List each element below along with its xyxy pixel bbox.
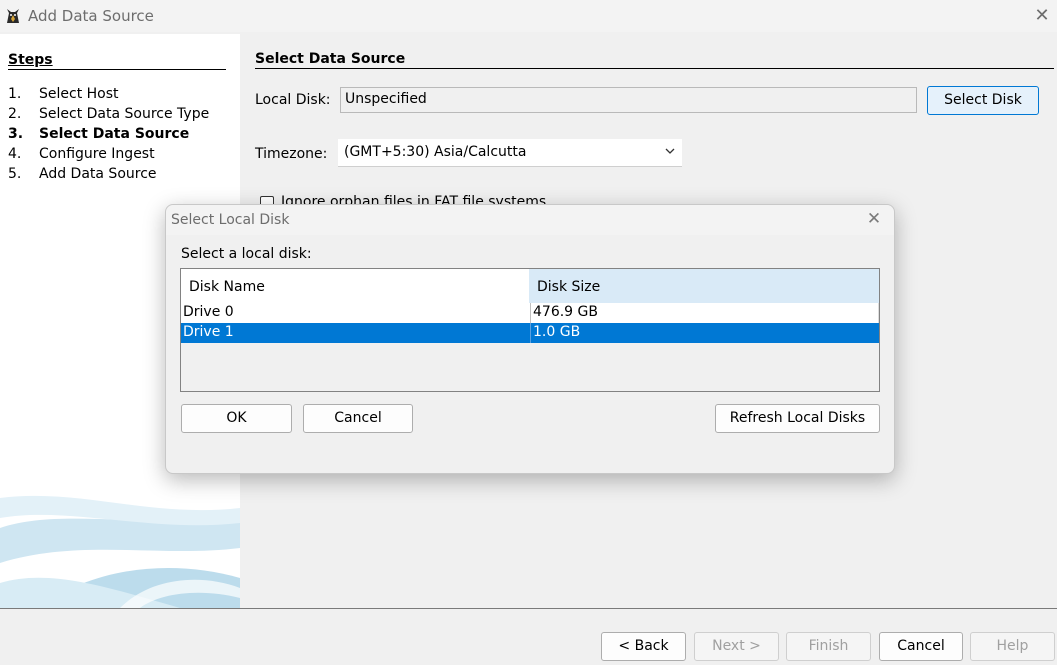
step-number: 4. [8, 146, 22, 162]
step-number: 5. [8, 166, 22, 182]
local-disk-field[interactable]: Unspecified [340, 87, 917, 113]
timezone-dropdown[interactable]: (GMT+5:30) Asia/Calcutta [338, 139, 682, 167]
dialog-title: Select Local Disk [171, 212, 290, 228]
step-number: 1. [8, 86, 22, 102]
help-button[interactable]: Help [970, 632, 1055, 661]
disk-size-cell: 476.9 GB [530, 303, 879, 323]
step-item: 1. Select Host [8, 86, 119, 102]
autopsy-app-icon [7, 9, 19, 23]
table-header: Disk Name Disk Size [181, 269, 879, 303]
step-item: 2. Select Data Source Type [8, 106, 209, 122]
finish-button[interactable]: Finish [786, 632, 871, 661]
cancel-button[interactable]: Cancel [879, 632, 963, 661]
refresh-local-disks-button[interactable]: Refresh Local Disks [715, 404, 880, 433]
step-item: 5. Add Data Source [8, 166, 157, 182]
chevron-down-icon [665, 148, 675, 154]
step-item-current: 3. Select Data Source [8, 126, 189, 142]
content-heading: Select Data Source [255, 51, 406, 67]
ok-button[interactable]: OK [181, 404, 292, 433]
disk-name-cell: Drive 0 [183, 304, 234, 320]
select-local-disk-dialog: Select Local Disk ✕ Select a local disk:… [165, 204, 895, 474]
steps-heading: Steps [8, 52, 53, 68]
step-label: Add Data Source [39, 166, 157, 182]
window-title: Add Data Source [28, 7, 154, 25]
disk-name-cell: Drive 1 [183, 324, 234, 340]
step-number: 2. [8, 106, 22, 122]
column-header-disk-size[interactable]: Disk Size [529, 269, 879, 303]
timezone-value: (GMT+5:30) Asia/Calcutta [344, 144, 527, 160]
step-item: 4. Configure Ingest [8, 146, 155, 162]
step-label: Select Data Source Type [39, 106, 210, 122]
step-label: Select Data Source [39, 126, 190, 142]
step-number: 3. [8, 126, 24, 142]
content-divider [255, 68, 1054, 69]
window-titlebar: Add Data Source ✕ [0, 0, 1057, 32]
ignore-orphan-label: Ignore orphan files in FAT file systems [281, 194, 547, 204]
table-row-selected[interactable]: Drive 1 1.0 GB [181, 323, 879, 343]
dialog-cancel-button[interactable]: Cancel [303, 404, 413, 433]
next-button[interactable]: Next > [694, 632, 779, 661]
timezone-label: Timezone: [255, 146, 328, 162]
disk-size-cell: 1.0 GB [530, 323, 879, 343]
back-button[interactable]: < Back [601, 632, 686, 661]
column-header-disk-name[interactable]: Disk Name [181, 269, 529, 303]
table-row[interactable]: Drive 0 476.9 GB [181, 303, 879, 323]
dialog-titlebar: Select Local Disk ✕ [166, 205, 894, 235]
step-label: Configure Ingest [39, 146, 155, 162]
decorative-swoosh-graphic [0, 495, 240, 608]
window-close-icon[interactable]: ✕ [1031, 5, 1053, 27]
dialog-close-icon[interactable]: ✕ [864, 209, 884, 229]
select-disk-button[interactable]: Select Disk [927, 86, 1039, 115]
local-disk-label: Local Disk: [255, 92, 331, 108]
footer-divider [0, 608, 1057, 609]
disk-table[interactable]: Disk Name Disk Size Drive 0 476.9 GB Dri… [180, 268, 880, 392]
step-label: Select Host [39, 86, 119, 102]
dialog-prompt: Select a local disk: [181, 246, 312, 262]
steps-divider [8, 69, 226, 70]
